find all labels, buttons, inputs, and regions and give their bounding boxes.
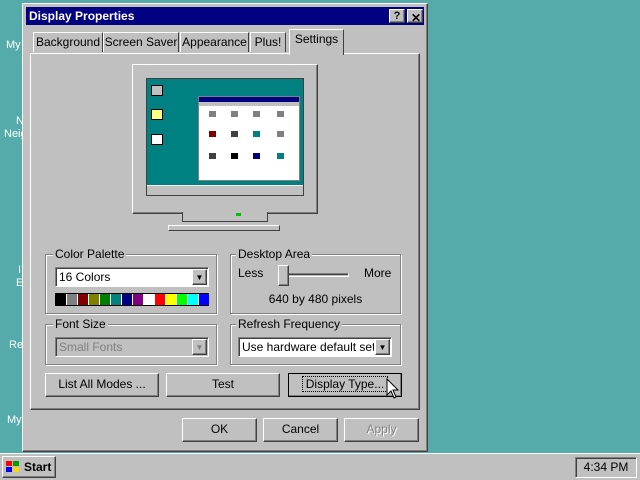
desktop-icon-label[interactable]: My [7,414,22,426]
color-palette-label: Color Palette [53,247,127,261]
color-swatch [56,294,66,305]
desktop-icon-label[interactable]: My [6,39,21,51]
preview-icon [231,131,238,137]
preview-window [198,96,300,181]
apply-button[interactable]: Apply [344,418,419,442]
chevron-down-icon[interactable]: ▼ [192,339,207,355]
clock[interactable]: 4:34 PM [575,457,637,478]
list-all-modes-button[interactable]: List All Modes ... [45,373,159,397]
preview-icon [253,111,260,117]
refresh-frequency-select[interactable]: Use hardware default setting ▼ [238,337,392,357]
color-swatch [78,294,88,305]
color-swatch [155,294,165,305]
tab-plus[interactable]: Plus! [250,32,286,52]
font-size-label: Font Size [53,317,108,331]
desktop-icon-label[interactable]: Re [9,339,23,351]
color-swatch [177,294,187,305]
chevron-down-icon[interactable]: ▼ [375,339,390,355]
start-button[interactable]: Start [2,456,56,478]
font-size-value: Small Fonts [59,340,123,354]
cursor-icon [386,378,400,399]
tab-screen-saver[interactable]: Screen Saver [103,32,179,52]
computer-icon [151,85,163,96]
color-swatch [199,294,209,305]
color-palette-value: 16 Colors [59,270,111,284]
network-icon [151,109,163,120]
desktop-icon-label[interactable]: I [18,264,21,276]
preview-icon [277,111,284,117]
font-size-select[interactable]: Small Fonts ▼ [55,337,209,357]
preview-icon [209,111,216,117]
help-button[interactable]: ? [389,9,405,23]
start-label: Start [24,460,52,474]
chevron-down-icon[interactable]: ▼ [192,269,207,285]
test-button[interactable]: Test [166,373,280,397]
close-button[interactable]: ✕ [407,9,423,25]
monitor-neck [182,212,268,222]
tab-settings[interactable]: Settings [289,29,344,55]
color-swatch [122,294,132,305]
preview-icon [231,111,238,117]
refresh-frequency-label: Refresh Frequency [236,317,343,331]
window-title: Display Properties [29,9,135,23]
tab-background[interactable]: Background [33,32,103,52]
windows-logo-icon [6,461,20,473]
ok-button[interactable]: OK [182,418,257,442]
preview-icon [209,131,216,137]
cancel-button[interactable]: Cancel [263,418,338,442]
title-bar[interactable]: Display Properties ? ✕ [26,7,424,25]
color-swatch [188,294,198,305]
color-swatch [67,294,77,305]
color-palette-select[interactable]: 16 Colors ▼ [55,267,209,287]
monitor-base [168,225,280,231]
preview-taskbar [147,185,303,195]
resolution-slider-thumb[interactable] [278,265,289,286]
color-swatch [133,294,143,305]
resolution-text: 640 by 480 pixels [268,292,363,306]
monitor-screen [146,78,304,196]
color-swatch [100,294,110,305]
preview-icon [253,131,260,137]
tab-appearance[interactable]: Appearance [180,32,249,52]
color-swatch [89,294,99,305]
slider-more-label: More [364,266,392,280]
display-type-label: Display Type... [301,376,389,392]
slider-less-label: Less [238,266,264,280]
color-swatch [111,294,121,305]
preview-menubar [199,102,299,106]
preview-icon [209,153,216,159]
taskbar: Start 4:34 PM [0,453,640,480]
preview-icon [231,153,238,159]
desktop-area-label: Desktop Area [236,247,313,261]
refresh-frequency-value: Use hardware default setting [242,340,374,354]
color-swatch-bar [55,293,209,306]
display-type-button[interactable]: Display Type... [288,373,402,397]
color-swatch [144,294,154,305]
power-light [236,213,241,216]
resolution-slider-track[interactable] [279,273,349,277]
preview-icon [253,153,260,159]
preview-icon [277,153,284,159]
close-icon: ✕ [411,11,422,25]
preview-icon [277,131,284,137]
monitor-preview [132,64,318,234]
color-swatch [166,294,176,305]
recycle-icon [151,134,163,145]
